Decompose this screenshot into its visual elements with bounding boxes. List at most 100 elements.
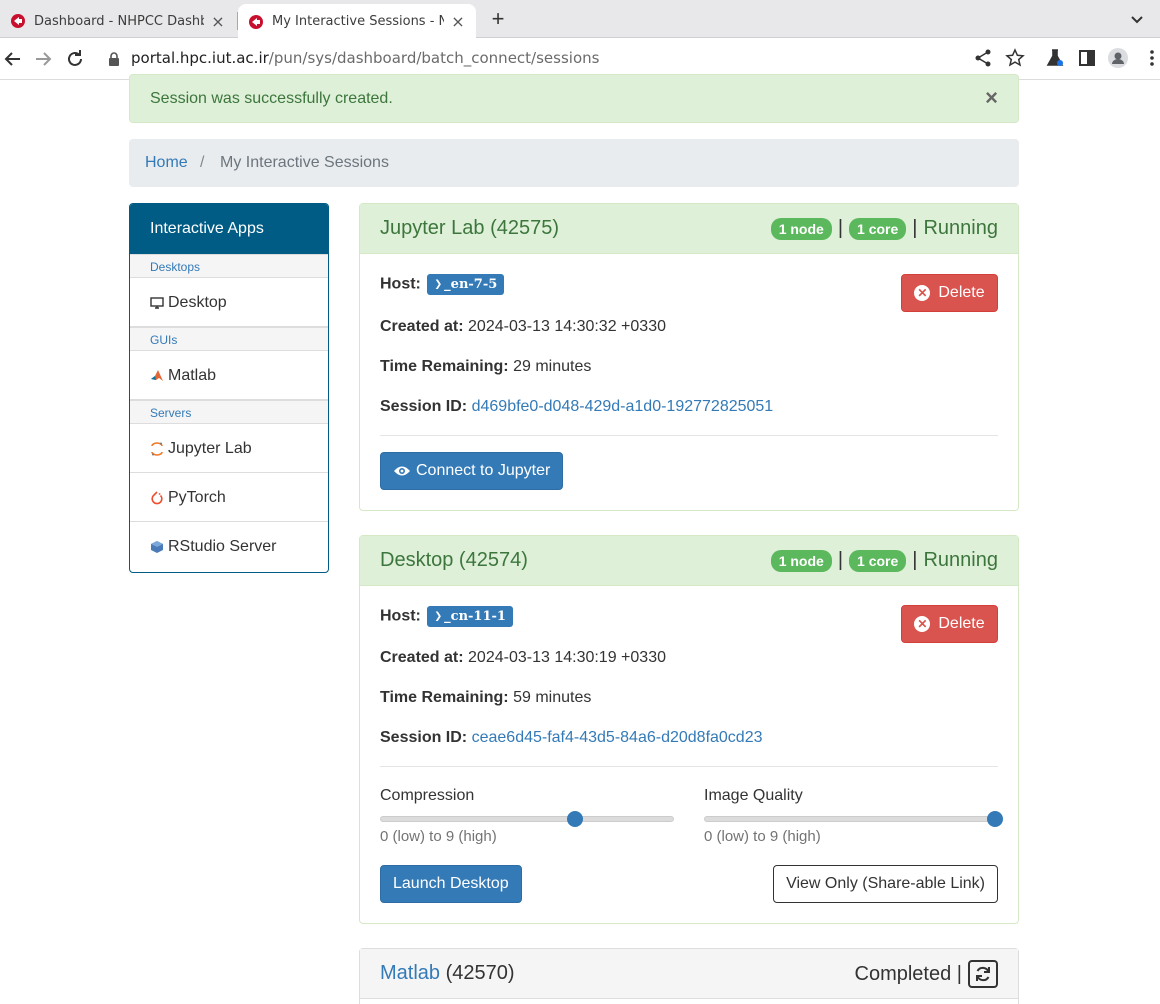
reload-icon[interactable] bbox=[64, 48, 86, 70]
new-tab-icon[interactable]: + bbox=[486, 8, 510, 32]
monitor-icon bbox=[150, 297, 164, 309]
sidebar-item-jupyter-lab[interactable]: Jupyter Lab bbox=[130, 424, 328, 473]
terminal-prompt-icon: ❯ bbox=[434, 609, 443, 624]
host-badge[interactable]: ❯ _cn-11-1 bbox=[427, 606, 513, 627]
host-field: Host: ❯ _cn-11-1 bbox=[380, 606, 513, 627]
session-id-link[interactable]: ceae6d45-faf4-43d5-84a6-d20d8fa0cd23 bbox=[472, 729, 763, 746]
view-only-button[interactable]: View Only (Share-able Link) bbox=[773, 865, 998, 903]
breadcrumb-separator: / bbox=[200, 154, 205, 171]
node-count-badge: 1 node bbox=[770, 217, 832, 240]
session-status: 1 node | 1 core | Running bbox=[770, 217, 998, 240]
bookmark-star-icon[interactable] bbox=[1005, 48, 1025, 68]
session-title: Matlab (42570) bbox=[380, 962, 515, 985]
divider bbox=[380, 766, 998, 767]
field-label: Session ID: bbox=[380, 398, 468, 415]
session-status: Completed | bbox=[855, 960, 998, 988]
tab-title: My Interactive Sessions - NHPCC Dashboar… bbox=[272, 14, 444, 29]
time-remaining-field: Time Remaining: 59 minutes bbox=[380, 689, 591, 707]
share-icon[interactable] bbox=[973, 48, 993, 68]
created-field: Created at: 2024-03-13 14:30:32 +0330 bbox=[380, 318, 666, 336]
session-title-link[interactable]: Matlab bbox=[380, 962, 440, 984]
tab-title: Dashboard - NHPCC Dashboard bbox=[34, 13, 204, 29]
compression-slider[interactable] bbox=[380, 811, 674, 827]
alert-close-icon[interactable]: × bbox=[985, 87, 998, 109]
interactive-apps-sidebar: Interactive Apps Desktops Desktop GUIs M… bbox=[129, 203, 329, 573]
side-panel-icon[interactable] bbox=[1077, 48, 1097, 68]
sidebar-item-pytorch[interactable]: PyTorch bbox=[130, 473, 328, 522]
refresh-icon bbox=[976, 966, 990, 982]
compression-hint: 0 (low) to 9 (high) bbox=[380, 828, 497, 845]
forward-arrow-icon[interactable] bbox=[32, 48, 54, 70]
session-header: Desktop (42574) 1 node | 1 core | Runnin… bbox=[360, 536, 1018, 586]
session-id-link[interactable]: d469bfe0-d048-429d-a1d0-192772825051 bbox=[472, 398, 774, 415]
sidebar-item-desktop[interactable]: Desktop bbox=[130, 278, 328, 327]
breadcrumb: Home / My Interactive Sessions bbox=[129, 139, 1019, 187]
compression-label: Compression bbox=[380, 787, 475, 804]
tab-close-icon[interactable]: × bbox=[450, 12, 466, 31]
session-header: Matlab (42570) Completed | bbox=[360, 949, 1018, 999]
back-arrow-icon[interactable] bbox=[2, 48, 24, 70]
image-quality-label: Image Quality bbox=[704, 787, 803, 804]
sidebar-item-label: Desktop bbox=[168, 294, 227, 311]
eye-icon bbox=[394, 466, 410, 476]
matlab-icon bbox=[151, 370, 163, 381]
image-quality-slider[interactable] bbox=[704, 811, 1003, 827]
browser-tab-dashboard[interactable]: Dashboard - NHPCC Dashboard × bbox=[0, 4, 236, 38]
host-name: _en-7-5 bbox=[444, 277, 498, 292]
connect-label: Connect to Jupyter bbox=[416, 462, 551, 479]
field-label: Time Remaining: bbox=[380, 689, 509, 706]
created-field: Created at: 2024-03-13 14:30:19 +0330 bbox=[380, 649, 666, 667]
node-count-badge: 1 node bbox=[770, 549, 832, 572]
image-quality-slider-thumb[interactable] bbox=[987, 811, 1003, 827]
compression-slider-thumb[interactable] bbox=[567, 811, 583, 827]
host-badge[interactable]: ❯ _en-7-5 bbox=[427, 274, 505, 295]
breadcrumb-current: My Interactive Sessions bbox=[220, 154, 389, 171]
launch-desktop-button[interactable]: Launch Desktop bbox=[380, 865, 522, 903]
browser-tab-sessions[interactable]: My Interactive Sessions - NHPCC Dashboar… bbox=[238, 4, 476, 39]
tab-close-icon[interactable]: × bbox=[210, 12, 226, 31]
core-count-badge: 1 core bbox=[849, 549, 907, 572]
sidebar-item-rstudio-server[interactable]: RStudio Server bbox=[130, 522, 328, 571]
field-label: Host: bbox=[380, 275, 421, 293]
session-id-number: (42570) bbox=[445, 962, 515, 984]
site-favicon-icon bbox=[11, 14, 25, 28]
status-divider: | bbox=[837, 217, 844, 239]
status-text: Running bbox=[923, 549, 998, 571]
jupyter-icon bbox=[151, 442, 163, 456]
extension-flask-icon[interactable] bbox=[1045, 48, 1065, 68]
created-value: 2024-03-13 14:30:19 +0330 bbox=[468, 649, 666, 666]
status-text: Running bbox=[923, 217, 998, 239]
tab-search-chevron-icon[interactable] bbox=[1128, 10, 1146, 28]
refresh-button[interactable] bbox=[968, 960, 998, 988]
time-remaining-value: 59 minutes bbox=[513, 689, 592, 706]
site-favicon-icon bbox=[249, 14, 263, 29]
host-name: _cn-11-1 bbox=[444, 609, 506, 624]
alert-message: Session was successfully created. bbox=[150, 90, 393, 107]
breadcrumb-home-link[interactable]: Home bbox=[145, 154, 188, 172]
profile-avatar-icon[interactable] bbox=[1108, 48, 1128, 68]
browser-menu-icon[interactable] bbox=[1142, 48, 1160, 68]
delete-button[interactable]: ✕ Delete bbox=[901, 274, 998, 312]
address-bar[interactable]: portal.hpc.iut.ac.ir/pun/sys/dashboard/b… bbox=[131, 49, 599, 67]
session-title: Jupyter Lab (42575) bbox=[380, 217, 560, 239]
browser-tab-bar: Dashboard - NHPCC Dashboard × My Interac… bbox=[0, 0, 1160, 39]
connect-to-jupyter-button[interactable]: Connect to Jupyter bbox=[380, 452, 564, 490]
status-divider: | bbox=[912, 217, 918, 239]
session-card-desktop: Desktop (42574) 1 node | 1 core | Runnin… bbox=[359, 535, 1019, 924]
delete-button[interactable]: ✕ Delete bbox=[901, 605, 998, 643]
session-id-field: Session ID: ceae6d45-faf4-43d5-84a6-d20d… bbox=[380, 729, 763, 747]
lock-icon[interactable] bbox=[108, 51, 120, 67]
session-title: Desktop (42574) bbox=[380, 549, 528, 571]
sidebar-item-matlab[interactable]: Matlab bbox=[130, 351, 328, 400]
host-field: Host: ❯ _en-7-5 bbox=[380, 274, 505, 295]
pytorch-icon bbox=[151, 491, 163, 505]
divider bbox=[380, 435, 998, 436]
sidebar-category-desktops: Desktops bbox=[130, 254, 328, 278]
view-only-label: View Only (Share-able Link) bbox=[786, 875, 985, 892]
session-status: 1 node | 1 core | Running bbox=[770, 549, 998, 572]
success-alert: Session was successfully created. × bbox=[129, 74, 1019, 123]
sidebar-item-label: PyTorch bbox=[168, 489, 226, 506]
field-label: Session ID: bbox=[380, 729, 468, 746]
session-header: Jupyter Lab (42575) 1 node | 1 core | Ru… bbox=[360, 204, 1018, 254]
sidebar-item-label: Matlab bbox=[168, 367, 217, 384]
